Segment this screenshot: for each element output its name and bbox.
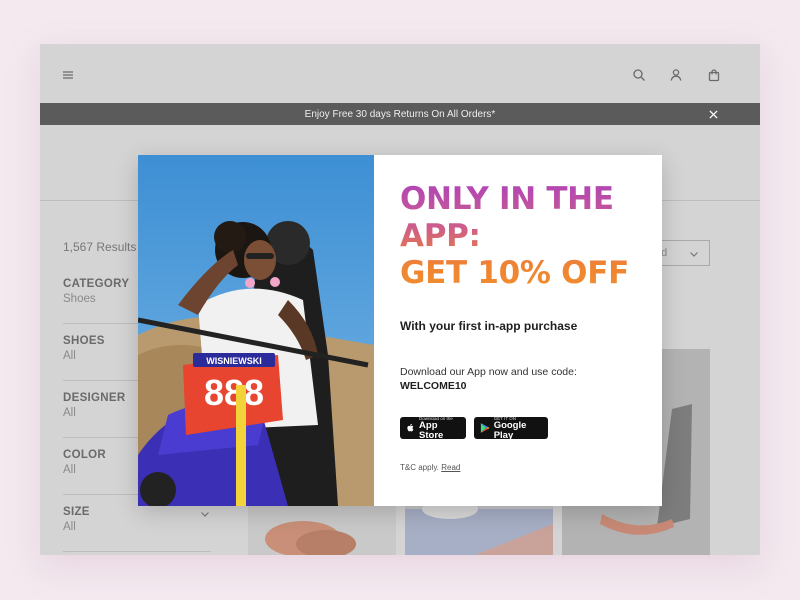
terms-read-link[interactable]: Read bbox=[441, 463, 460, 472]
terms-note: T&C apply. Read bbox=[400, 463, 460, 472]
apple-icon bbox=[407, 423, 414, 432]
filter-value: All bbox=[63, 521, 76, 533]
promo-content: ONLY IN THE APP: GET 10% OFF With your f… bbox=[374, 155, 662, 506]
user-icon[interactable] bbox=[667, 66, 685, 84]
shopping-bag-icon[interactable] bbox=[705, 66, 723, 84]
promo-code: WELCOME10 bbox=[400, 380, 467, 392]
terms-text: T&C apply. bbox=[400, 463, 439, 472]
promo-subhead: With your first in-app purchase bbox=[400, 319, 578, 333]
bike-name-text: WISNIEWSKI bbox=[206, 356, 262, 366]
promo-bar: Enjoy Free 30 days Returns On All Orders… bbox=[40, 103, 760, 125]
headline-line-2: APP: bbox=[400, 218, 481, 254]
promo-headline: ONLY IN THE APP: GET 10% OFF bbox=[400, 181, 660, 292]
app-store-big-text: App Store bbox=[419, 419, 444, 441]
results-count: 1,567 Results bbox=[63, 240, 137, 254]
headline-line-1: ONLY IN THE bbox=[400, 181, 614, 217]
hamburger-icon[interactable] bbox=[59, 66, 77, 84]
promo-text: Enjoy Free 30 days Returns On All Orders… bbox=[304, 108, 496, 120]
chevron-down-icon bbox=[690, 252, 698, 257]
google-play-big-text: Google Play bbox=[493, 419, 527, 441]
google-play-icon bbox=[480, 423, 490, 433]
download-text: Download our App now and use code: bbox=[400, 366, 577, 378]
site-header bbox=[40, 44, 760, 103]
close-icon[interactable] bbox=[706, 107, 720, 121]
filter-size[interactable]: SIZE All bbox=[63, 506, 213, 533]
promo-photo: WISNIEWSKI 888 bbox=[138, 155, 374, 506]
search-icon[interactable] bbox=[630, 66, 648, 84]
filter-title: SIZE bbox=[63, 506, 90, 518]
chevron-down-icon[interactable] bbox=[200, 509, 210, 519]
headline-line-3: GET 10% OFF bbox=[400, 255, 629, 291]
app-store-button[interactable]: Download on the App Store bbox=[400, 416, 466, 441]
motocross-couple-image: WISNIEWSKI 888 bbox=[138, 155, 374, 506]
filter-divider bbox=[63, 551, 211, 552]
bike-number-text: 888 bbox=[204, 372, 264, 413]
google-play-button[interactable]: GET IT ON Google Play bbox=[474, 416, 548, 441]
app-promo-modal: WISNIEWSKI 888 ONLY IN THE APP: GET 10% … bbox=[138, 155, 662, 506]
